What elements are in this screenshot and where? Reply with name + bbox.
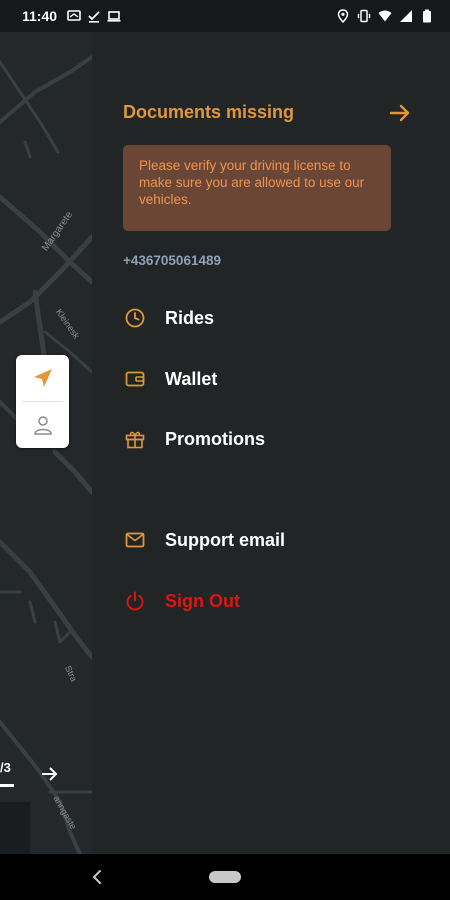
pager-next-arrow-icon[interactable] — [40, 764, 60, 784]
location-pin-icon — [337, 9, 349, 23]
menu-label-support-email: Support email — [165, 529, 286, 550]
menu-item-promotions[interactable]: Promotions — [123, 424, 265, 454]
back-icon[interactable] — [90, 868, 104, 886]
laptop-icon — [107, 11, 121, 22]
pager-text: /3 — [0, 760, 11, 775]
menu-label-wallet: Wallet — [165, 368, 218, 389]
power-icon — [123, 589, 147, 613]
home-pill-button[interactable] — [209, 871, 241, 883]
system-navigation-bar — [0, 854, 450, 900]
wifi-icon — [378, 10, 392, 22]
map-controls — [16, 355, 69, 448]
phone-number: +436705061489 — [123, 253, 221, 268]
navigation-drawer: Documents missing Please verify your dri… — [92, 32, 450, 854]
vibrate-icon — [357, 9, 371, 23]
menu-label-rides: Rides — [165, 307, 215, 328]
cast-icon — [67, 10, 81, 21]
navigation-arrow-icon — [33, 369, 52, 387]
status-left-icons — [67, 9, 121, 23]
pager-underline — [0, 784, 14, 787]
documents-missing-title[interactable]: Documents missing — [123, 102, 294, 123]
license-warning-box: Please verify your driving license to ma… — [123, 145, 391, 231]
license-warning-text: Please verify your driving license to ma… — [139, 158, 365, 207]
menu-label-sign-out: Sign Out — [165, 590, 240, 611]
battery-icon — [423, 9, 431, 23]
locate-button[interactable] — [16, 355, 69, 401]
signal-icon — [400, 10, 412, 22]
menu-item-wallet[interactable]: Wallet — [123, 364, 217, 394]
person-icon — [33, 416, 52, 435]
wallet-icon — [123, 367, 147, 391]
menu-item-support-email[interactable]: Support email — [123, 525, 285, 555]
menu-item-rides[interactable]: Rides — [123, 303, 214, 333]
menu-label-promotions: Promotions — [165, 428, 266, 449]
status-time: 11:40 — [22, 8, 58, 24]
profile-button[interactable] — [16, 402, 69, 448]
documents-arrow-icon[interactable] — [388, 101, 412, 125]
menu-item-sign-out[interactable]: Sign Out — [123, 586, 240, 616]
status-right-icons — [336, 9, 434, 23]
clock-icon — [123, 306, 147, 330]
status-bar: 11:40 — [0, 0, 450, 32]
download-done-icon — [88, 11, 100, 23]
gift-icon — [123, 427, 147, 451]
mail-icon — [123, 528, 147, 552]
